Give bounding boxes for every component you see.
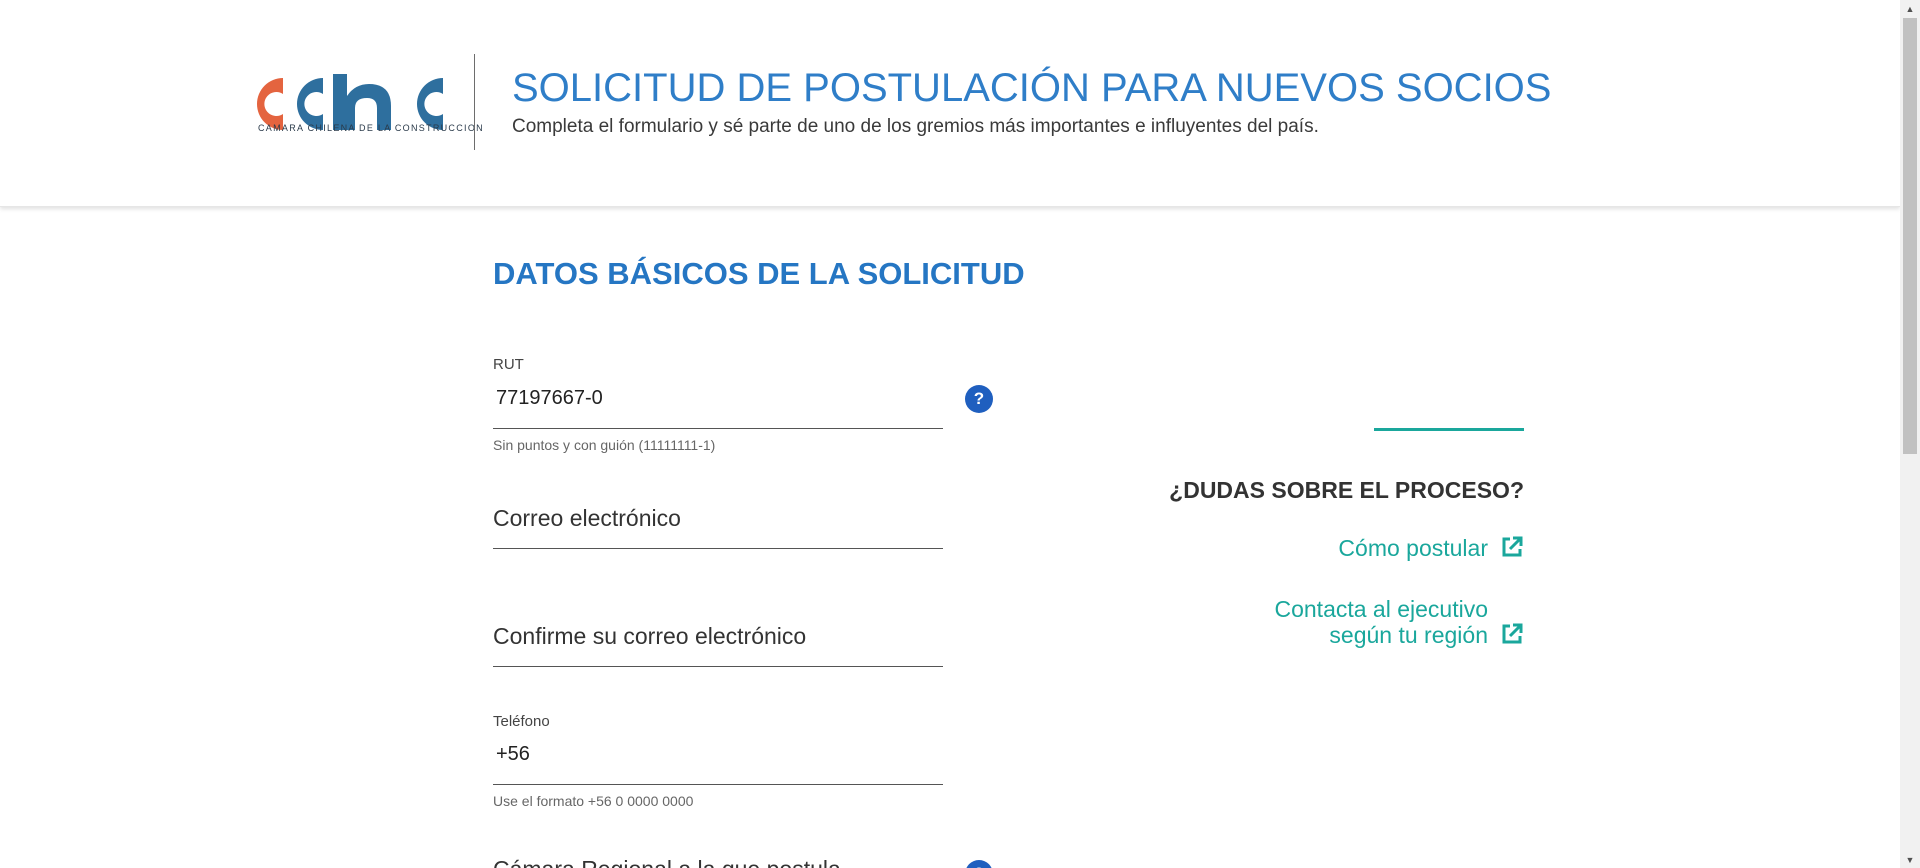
email-confirm-underline — [493, 666, 943, 667]
contact-executive-link[interactable]: Contacta al ejecutivo según tu región — [1274, 596, 1524, 648]
rut-underline — [493, 428, 943, 429]
faq-title: ¿DUDAS SOBRE EL PROCESO? — [1169, 477, 1524, 503]
phone-underline — [493, 784, 943, 785]
email-underline — [493, 548, 943, 549]
page-title: SOLICITUD DE POSTULACIÓN PARA NUEVOS SOC… — [512, 66, 1552, 110]
rut-field: RUT Sin puntos y con guión (11111111-1) — [493, 356, 943, 456]
page-subtitle: Completa el formulario y sé parte de uno… — [512, 116, 1319, 137]
section-title: DATOS BÁSICOS DE LA SOLICITUD — [493, 256, 1025, 291]
vertical-scrollbar[interactable]: ▲ ▼ — [1900, 0, 1920, 868]
contact-executive-label: Contacta al ejecutivo según tu región — [1274, 596, 1488, 648]
phone-label: Teléfono — [493, 713, 550, 730]
scrollbar-thumb[interactable] — [1903, 18, 1917, 454]
external-link-icon — [1502, 623, 1523, 644]
rut-label: RUT — [493, 356, 524, 373]
rut-help-button[interactable]: ? — [965, 385, 993, 413]
rut-hint: Sin puntos y con guión (11111111-1) — [493, 437, 716, 453]
phone-field: Teléfono Use el formato +56 0 0000 0000 — [493, 713, 943, 813]
phone-hint: Use el formato +56 0 0000 0000 — [493, 793, 694, 809]
header-divider — [474, 54, 475, 150]
regional-chamber-help-button[interactable]: ? — [965, 860, 993, 868]
external-link-icon — [1502, 536, 1523, 557]
email-placeholder: Correo electrónico — [493, 505, 681, 531]
email-confirm-field[interactable]: Confirme su correo electrónico — [493, 619, 943, 669]
phone-input[interactable] — [493, 740, 943, 768]
scroll-down-arrow-icon[interactable]: ▼ — [1900, 851, 1920, 868]
contact-executive-label-line2: según tu región — [1329, 622, 1488, 648]
contact-executive-label-line1: Contacta al ejecutivo — [1274, 596, 1488, 622]
email-field[interactable]: Correo electrónico — [493, 500, 943, 550]
how-to-apply-link[interactable]: Cómo postular — [1338, 535, 1524, 561]
page-header: CAMARA CHILENA DE LA CONSTRUCCION SOLICI… — [0, 0, 1900, 207]
regional-chamber-placeholder: Cámara Regional a la que postula — [493, 856, 841, 868]
regional-chamber-field[interactable]: Cámara Regional a la que postula — [493, 856, 943, 868]
rut-input[interactable] — [493, 384, 943, 412]
how-to-apply-label: Cómo postular — [1338, 535, 1488, 561]
accent-line — [1374, 428, 1524, 431]
scroll-up-arrow-icon[interactable]: ▲ — [1900, 0, 1920, 17]
email-confirm-placeholder: Confirme su correo electrónico — [493, 623, 807, 649]
logo-caption: CAMARA CHILENA DE LA CONSTRUCCION — [258, 123, 484, 133]
